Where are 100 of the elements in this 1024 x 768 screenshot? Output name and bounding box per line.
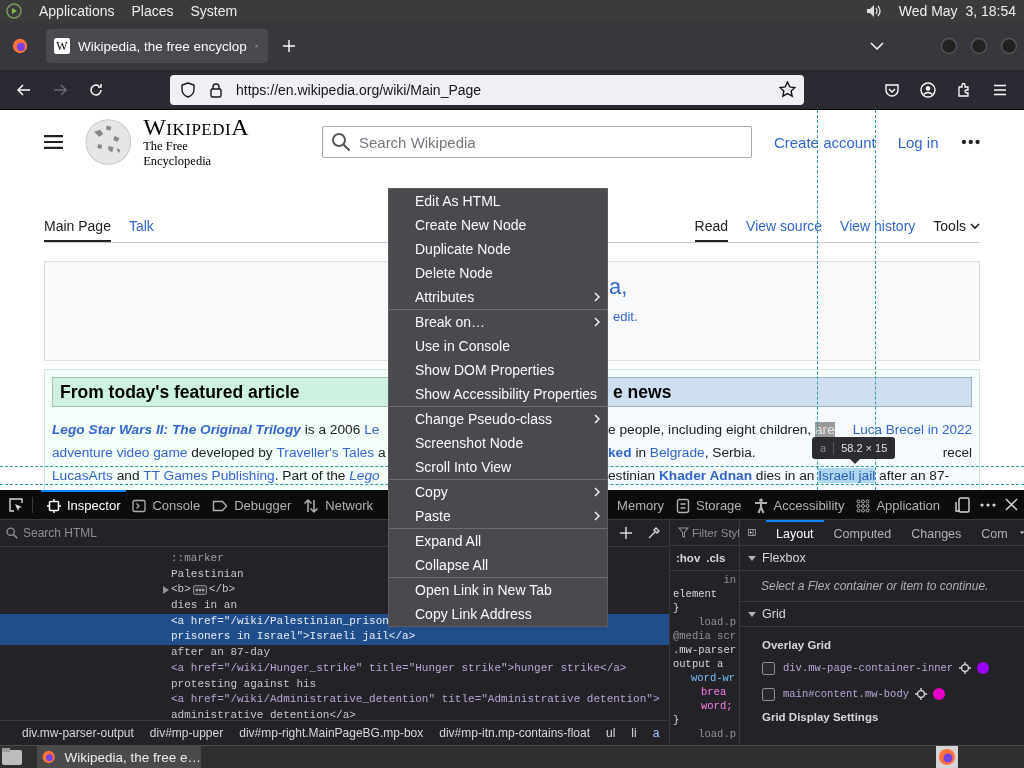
page-tab[interactable]: View source	[746, 212, 823, 242]
clock[interactable]: Wed May 3, 18:54	[898, 3, 1016, 19]
panel-menu[interactable]: System	[190, 3, 238, 19]
sidebar-tab[interactable]: Layout	[766, 520, 824, 545]
menu-item[interactable]: Paste	[389, 504, 607, 528]
markup-line[interactable]: after an 87-day	[171, 645, 271, 661]
devtools-tab[interactable]: Inspector	[41, 490, 127, 519]
sidebar-tab[interactable]: Computed	[823, 520, 902, 545]
menu-item[interactable]: Collapse All	[389, 553, 607, 577]
checkbox[interactable]	[762, 661, 775, 675]
user-link[interactable]: Log in	[897, 133, 939, 151]
image-caption[interactable]: Luca Brecel in 2022	[852, 422, 972, 437]
taskbar-window-button[interactable]: Wikipedia, the free e…	[37, 746, 201, 768]
twisty-icon[interactable]	[748, 554, 756, 562]
section-header[interactable]: Grid	[762, 607, 786, 621]
devtools-tab[interactable]: Debugger	[206, 490, 298, 519]
article-link[interactable]: ked	[608, 445, 632, 460]
page-tab[interactable]: Read	[694, 212, 729, 242]
account-icon[interactable]	[920, 81, 936, 98]
breadcrumb[interactable]: li	[631, 726, 637, 740]
extensions-icon[interactable]	[956, 81, 972, 98]
star-icon[interactable]	[779, 81, 796, 98]
article-link[interactable]: Traveller's Tales	[276, 445, 375, 460]
menu-item[interactable]: Copy	[389, 480, 607, 504]
sidebar-tab[interactable]: Com	[971, 520, 1018, 545]
menu-icon[interactable]	[44, 134, 64, 150]
article-link[interactable]: LucasArts	[52, 468, 113, 483]
breadcrumb[interactable]: a	[652, 726, 660, 740]
breadcrumb[interactable]: div#mp-itn.mp-contains-float	[439, 726, 590, 740]
markup-line[interactable]: administrative detention</a>	[171, 707, 356, 720]
menu-item[interactable]: Scroll Into View	[389, 455, 607, 479]
twisty-icon[interactable]	[748, 610, 756, 618]
forward-icon[interactable]	[52, 81, 68, 98]
markup-line[interactable]: <a href="/wiki/Hunger_strike" title="Hunger strike">hunger strike</a>	[171, 660, 627, 677]
page-tab[interactable]: Main Page	[44, 212, 111, 242]
new-tab-icon[interactable]	[282, 39, 296, 53]
menu-item[interactable]: Open Link in New Tab	[389, 578, 607, 602]
menu-item[interactable]: Change Pseudo-class	[389, 407, 607, 431]
crosshair-icon[interactable]	[915, 688, 928, 700]
grid-selector[interactable]: div.mw-page-container-inner	[783, 662, 954, 674]
breadcrumb[interactable]: div.mw-parser-output	[22, 726, 134, 740]
devtools-tab[interactable]: Console	[126, 490, 207, 519]
menu-item[interactable]: Use in Console	[389, 334, 607, 358]
menu-item[interactable]: Copy Link Address	[389, 602, 607, 626]
article-link[interactable]: Belgrade	[649, 445, 705, 460]
breadcrumb[interactable]: ul	[606, 726, 616, 740]
markup-tag[interactable]: <b>	[171, 582, 191, 599]
devtools-tab[interactable]: Memory	[611, 490, 671, 519]
panel-menu[interactable]: Places	[131, 3, 174, 19]
menu-item[interactable]: Screenshot Node	[389, 431, 607, 455]
sidebar-toggle-icon[interactable]	[748, 526, 757, 539]
devtools-tab[interactable]: Application	[850, 490, 946, 519]
app-menu-icon[interactable]	[6, 3, 22, 19]
panel-menu[interactable]: Applications	[39, 3, 115, 19]
menu-item[interactable]: Expand All	[389, 529, 607, 553]
color-swatch[interactable]	[977, 662, 990, 674]
breadcrumb[interactable]: div#mp-right.MainPageBG.mp-box	[239, 726, 424, 740]
article-link[interactable]: Lego	[349, 468, 380, 483]
page-tab[interactable]: View history	[840, 212, 916, 242]
section-header[interactable]: Flexbox	[762, 551, 806, 565]
menu-item[interactable]: Create New Node	[389, 213, 607, 237]
article-link[interactable]: Le	[364, 422, 380, 437]
page-tab[interactable]: Talk	[128, 212, 154, 242]
tools-menu[interactable]: Tools	[933, 212, 980, 242]
add-node-icon[interactable]	[619, 526, 633, 540]
menu-item[interactable]: Duplicate Node	[389, 237, 607, 261]
article-link[interactable]: TT Games Publishing	[143, 468, 275, 483]
user-link[interactable]: Create account	[773, 133, 876, 151]
grid-selector[interactable]: main#content.mw-body	[783, 688, 910, 700]
sidebar-tab[interactable]: Changes	[901, 520, 972, 545]
devtools-tab[interactable]: Network	[297, 490, 379, 519]
article-title-link[interactable]: Lego Star Wars II: The Original Trilogy	[52, 422, 301, 437]
markup-tag[interactable]: </b>	[208, 582, 236, 599]
browser-tab[interactable]: W Wikipedia, the free encyclop	[46, 29, 268, 63]
color-swatch[interactable]	[933, 688, 946, 700]
breadcrumb[interactable]: div#mp-upper	[149, 726, 224, 740]
element-picker-icon[interactable]	[8, 496, 33, 513]
menu-item[interactable]: Attributes	[389, 285, 607, 309]
markup-line[interactable]: protesting against his	[171, 676, 317, 693]
responsive-mode-icon[interactable]	[955, 496, 971, 513]
shield-icon[interactable]	[180, 81, 196, 98]
pseudo-toggle[interactable]: .cls	[706, 552, 726, 564]
firefox-icon[interactable]	[936, 746, 958, 768]
reload-icon[interactable]	[88, 81, 104, 98]
article-link[interactable]: adventure video game	[52, 445, 188, 460]
menu-item[interactable]: Break on…	[389, 310, 607, 334]
more-icon[interactable]	[980, 502, 996, 507]
markup-line[interactable]: ::marker	[171, 551, 224, 567]
globe-logo-icon[interactable]	[84, 117, 134, 167]
lock-icon[interactable]	[208, 81, 224, 98]
markup-line[interactable]: Palestinian	[171, 566, 244, 583]
welcome-link[interactable]: a,	[609, 274, 628, 300]
devtools-tab[interactable]: Storage	[670, 490, 748, 519]
chevron-down-icon[interactable]	[970, 222, 980, 230]
menu-item[interactable]: Delete Node	[389, 261, 607, 285]
search-field[interactable]: Search Wikipedia	[321, 126, 752, 158]
ellipsis-badge-icon[interactable]	[192, 585, 207, 596]
inspected-link[interactable]: Israeli jail	[818, 468, 876, 483]
markup-line[interactable]: <a href="/wiki/Administrative_detention" title="Administrative detention">	[171, 692, 660, 708]
expander-icon[interactable]	[162, 586, 170, 595]
